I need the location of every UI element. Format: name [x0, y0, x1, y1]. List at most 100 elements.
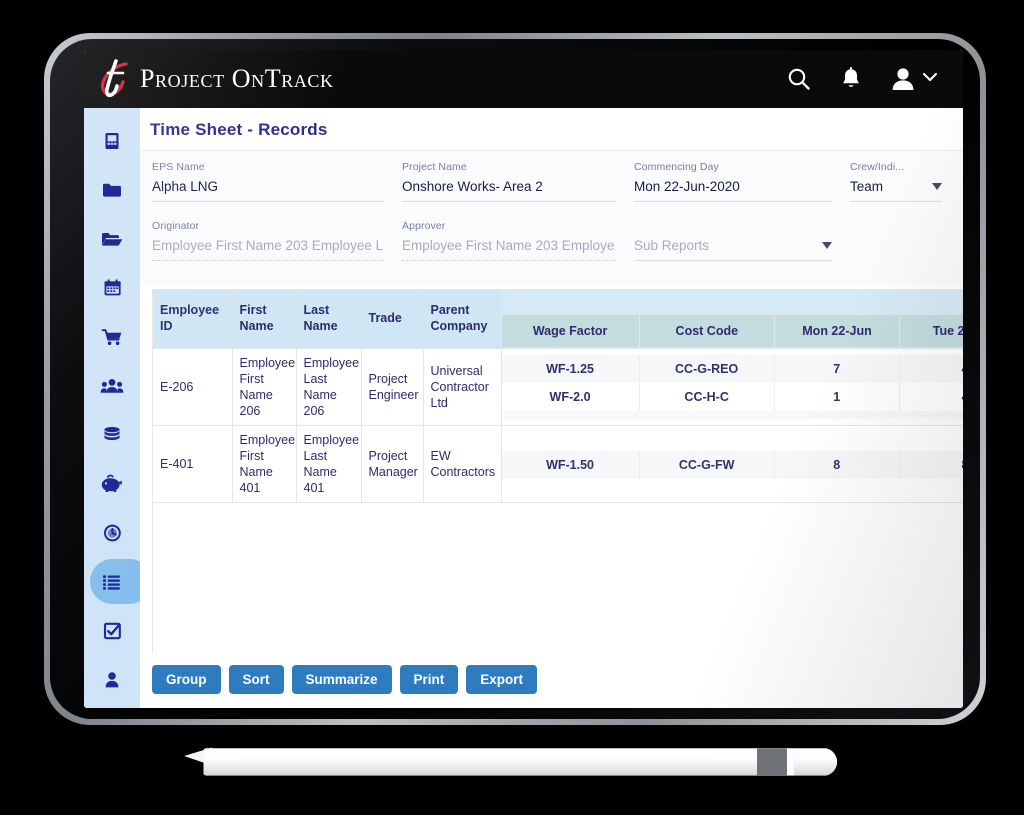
calendar-icon — [104, 278, 121, 295]
form-column-4: Crew/Indi... Team — [850, 161, 960, 279]
check-square-icon — [103, 622, 121, 639]
sidebar-item-folder[interactable] — [84, 165, 140, 214]
cell-entries: WF-1.50 CC-G-FW 8 8 8 — [501, 425, 963, 503]
sidebar-item-folder-open[interactable] — [84, 214, 140, 263]
sidebar-item-database[interactable] — [84, 410, 140, 459]
tablet-screen: Project OnTrack Time Sheet - Records EPS… — [84, 50, 963, 708]
cell-parent-company: EW Contractors — [423, 425, 502, 503]
piggy-bank-icon — [101, 474, 122, 492]
crew-individual-value: Team — [850, 179, 884, 194]
entry-row[interactable]: WF-1.50 CC-G-FW 8 8 8 — [501, 451, 963, 479]
cell-last-name: Employee Last Name 401 — [296, 425, 362, 503]
cell-last-name: Employee Last Name 206 — [296, 348, 362, 426]
summarize-button[interactable]: Summarize — [291, 664, 392, 694]
col-cost-code[interactable]: Cost Code — [639, 315, 775, 348]
sort-button[interactable]: Sort — [228, 664, 284, 694]
entry-row[interactable]: WF-2.0 CC-H-C 1 4 6 — [501, 383, 963, 411]
sidebar-item-cart[interactable] — [84, 312, 140, 361]
field-commencing-day: Commencing Day Mon 22-Jun-2020 — [634, 161, 832, 202]
col-wage-factor[interactable]: Wage Factor — [501, 315, 640, 348]
commencing-day-input[interactable]: Mon 22-Jun-2020 — [634, 179, 832, 202]
sidebar-item-building[interactable] — [84, 116, 140, 165]
eps-name-input[interactable]: Alpha LNG — [152, 179, 384, 202]
user-icon — [888, 64, 918, 94]
form-column-1: EPS Name Alpha LNG Originator Employee F… — [152, 161, 402, 279]
project-name-label: Project Name — [402, 161, 467, 173]
project-ontrack-logo-icon — [96, 57, 138, 101]
sidebar-item-users[interactable] — [84, 361, 140, 410]
search-icon[interactable] — [784, 64, 814, 94]
action-toolbar: Group Sort Summarize Print Export — [140, 652, 963, 708]
field-eps-name: EPS Name Alpha LNG — [152, 161, 384, 202]
cell-employee-id: E-206 — [153, 348, 233, 426]
field-originator: Originator Employee First Name 203 Emplo… — [152, 220, 384, 261]
field-crew-individual: Crew/Indi... Team — [850, 161, 942, 202]
commencing-day-label: Commencing Day — [634, 161, 719, 173]
table-head: Employee ID First Name Last Name Trade P… — [153, 290, 963, 349]
folder-icon — [103, 183, 121, 197]
entry-mon-hours: 8 — [774, 451, 900, 479]
date-subheader-grid: Wage Factor Cost Code Mon 22-Jun Tue 23-… — [501, 315, 963, 348]
entry-tue-hours: 8 — [899, 451, 963, 479]
print-button[interactable]: Print — [399, 664, 459, 694]
bell-icon[interactable] — [836, 64, 866, 94]
field-sub-reports: Sub Reports — [634, 220, 832, 261]
entry-row[interactable]: WF-1.25 CC-G-REO 7 4 2 — [501, 355, 963, 383]
sidebar-item-clock[interactable] — [84, 508, 140, 557]
date-subheader-cell: Wage Factor Cost Code Mon 22-Jun Tue 23-… — [501, 314, 963, 349]
sidebar-item-check-square[interactable] — [84, 606, 140, 655]
entry-wage-factor: WF-1.25 — [501, 355, 640, 383]
entry-wage-factor: WF-1.50 — [501, 451, 640, 479]
col-employee-id[interactable]: Employee ID — [153, 290, 233, 349]
entry-spacer — [501, 479, 963, 501]
shopping-cart-icon — [101, 328, 121, 345]
table-row[interactable]: E-401 Employee First Name 401 Employee L… — [153, 425, 963, 503]
group-header-row: Employee ID First Name Last Name Trade P… — [153, 290, 963, 349]
filters-form: EPS Name Alpha LNG Originator Employee F… — [140, 150, 963, 285]
sidebar-item-list[interactable] — [84, 557, 152, 606]
entry-tue-hours: 4 — [899, 383, 963, 411]
cell-employee-id: E-401 — [153, 425, 233, 503]
col-first-name[interactable]: First Name — [232, 290, 297, 349]
approver-input[interactable]: Employee First Name 203 Employe — [402, 238, 616, 261]
sidebar-item-piggy-bank[interactable] — [84, 459, 140, 508]
crew-individual-select[interactable]: Team — [850, 179, 942, 202]
cell-parent-company: Universal Contractor Ltd — [423, 348, 502, 426]
screenshot-scene: Project OnTrack Time Sheet - Records EPS… — [0, 0, 1024, 815]
field-approver: Approver Employee First Name 203 Employe — [402, 220, 616, 261]
folder-open-icon — [102, 232, 123, 246]
chevron-down-icon — [921, 70, 939, 89]
export-button[interactable]: Export — [466, 664, 538, 694]
eps-name-label: EPS Name — [152, 161, 205, 173]
sub-reports-select[interactable]: Sub Reports — [634, 238, 832, 261]
building-icon — [105, 132, 119, 149]
col-mon-22-jun[interactable]: Mon 22-Jun — [774, 315, 901, 348]
stylus-pen — [182, 745, 856, 779]
brand-logo[interactable]: Project OnTrack — [96, 57, 334, 101]
col-parent-company[interactable]: Parent Company — [423, 290, 502, 349]
sub-reports-value: Sub Reports — [634, 238, 710, 253]
cell-trade: Project Manager — [361, 425, 424, 503]
sidebar-item-person[interactable] — [84, 655, 140, 704]
sidebar-item-calendar[interactable] — [84, 263, 140, 312]
originator-input[interactable]: Employee First Name 203 Employee Lı — [152, 238, 384, 261]
table-body: E-206 Employee First Name 206 Employee L… — [153, 348, 963, 503]
entry-mon-hours: 7 — [774, 355, 900, 383]
group-button[interactable]: Group — [152, 664, 221, 694]
entry-spacer — [501, 427, 963, 451]
cell-entries: WF-1.25 CC-G-REO 7 4 2 WF-2.0 — [501, 348, 963, 426]
users-icon — [100, 378, 124, 393]
col-trade[interactable]: Trade — [361, 290, 424, 349]
app-body: Time Sheet - Records EPS Name Alpha LNG … — [84, 108, 963, 708]
col-group-date-wise: Date Wise — [501, 290, 963, 315]
user-menu[interactable] — [888, 64, 939, 94]
project-name-input[interactable]: Onshore Works- Area 2 — [402, 179, 616, 202]
page-title: Time Sheet - Records — [150, 120, 328, 139]
header-actions — [784, 64, 939, 94]
col-tue-23-jun[interactable]: Tue 23-Jun — [899, 315, 963, 348]
table-row[interactable]: E-206 Employee First Name 206 Employee L… — [153, 348, 963, 426]
col-last-name[interactable]: Last Name — [296, 290, 362, 349]
person-icon — [105, 671, 119, 687]
chevron-down-icon — [932, 183, 942, 190]
sub-reports-label — [634, 220, 832, 232]
